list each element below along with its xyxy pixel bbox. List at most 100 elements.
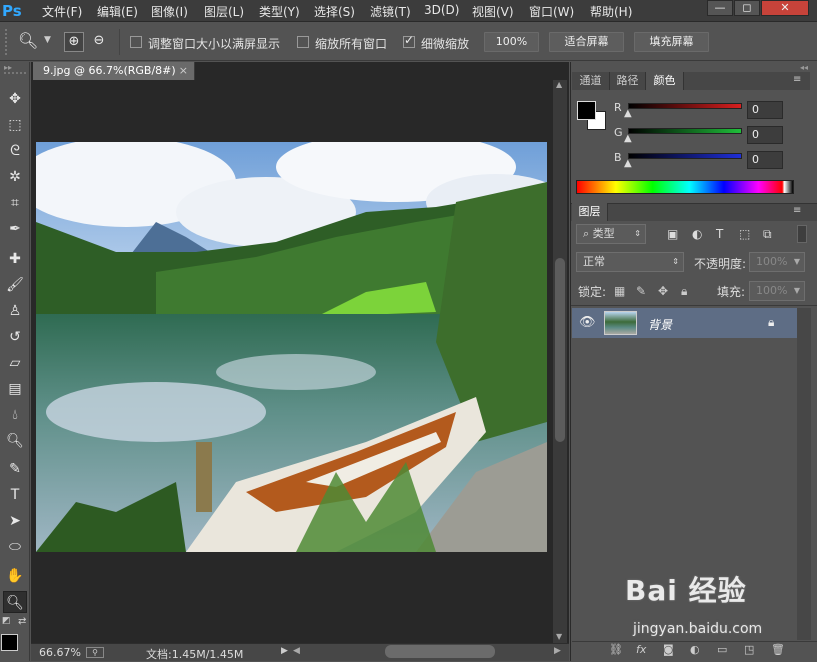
scroll-right-icon[interactable]: ▶ <box>554 646 561 656</box>
slider-pointer-icon[interactable]: ▲ <box>624 158 632 169</box>
tab-layers[interactable]: 图层 <box>572 203 608 221</box>
scroll-down-icon[interactable]: ▼ <box>556 632 562 641</box>
move-tool-icon[interactable]: ✥ <box>3 88 27 110</box>
menu-view[interactable]: 视图(V) <box>472 3 514 20</box>
slider-pointer-icon[interactable]: ▲ <box>624 108 632 119</box>
menu-image[interactable]: 图像(I) <box>151 3 188 20</box>
marquee-tool-icon[interactable]: ⬚ <box>3 114 27 136</box>
horizontal-scroll-thumb[interactable] <box>385 645 495 658</box>
layer-name[interactable]: 背景 <box>648 316 672 333</box>
pen-tool-icon[interactable]: ✎ <box>3 458 27 480</box>
menu-help[interactable]: 帮助(H) <box>590 3 632 20</box>
layer-thumbnail[interactable] <box>604 311 637 335</box>
zoom-in-icon[interactable]: ⊕ <box>64 32 84 52</box>
clone-stamp-tool-icon[interactable]: ♙ <box>3 300 27 322</box>
magic-wand-tool-icon[interactable]: ✲ <box>3 166 27 188</box>
resize-window-checkbox[interactable] <box>130 36 142 48</box>
swap-colors-icon[interactable]: ⇄ <box>18 616 26 627</box>
link-layers-icon[interactable]: ⛓ <box>609 643 623 656</box>
zoom-100-button[interactable]: 100% <box>484 32 539 52</box>
brush-tool-icon[interactable]: 🖌︎ <box>3 274 27 296</box>
dodge-tool-icon[interactable]: 🔍︎ <box>3 430 27 452</box>
opacity-field[interactable]: 100% ▼ <box>749 252 805 272</box>
panel-menu-icon[interactable]: ≡ <box>793 74 801 85</box>
layer-filter-select[interactable]: ⌕ 类型 ⇕ <box>576 224 646 244</box>
channel-b-slider[interactable] <box>628 153 742 159</box>
canvas-image[interactable] <box>36 142 547 552</box>
fit-screen-button[interactable]: 适合屏幕 <box>549 32 624 52</box>
zoom-out-icon[interactable]: ⊖ <box>89 32 109 52</box>
document-tab[interactable]: 9.jpg @ 66.7%(RGB/8#) × <box>33 62 195 80</box>
channel-r-value[interactable]: 0 <box>747 101 783 119</box>
zoom-tool-icon[interactable]: 🔍︎ <box>18 31 38 50</box>
menu-3d[interactable]: 3D(D) <box>424 3 459 17</box>
menu-filter[interactable]: 滤镜(T) <box>370 3 411 20</box>
tab-paths[interactable]: 路径 <box>610 72 646 90</box>
tab-color[interactable]: 颜色 <box>646 72 684 90</box>
filter-adjustment-icon[interactable]: ◐ <box>692 227 702 241</box>
grip-handle[interactable] <box>4 72 26 74</box>
close-button[interactable]: ✕ <box>761 0 809 16</box>
zoom-tool-icon[interactable]: 🔍︎ <box>3 591 27 613</box>
tab-channels[interactable]: 通道 <box>572 72 610 90</box>
blend-mode-select[interactable]: 正常 ⇕ <box>576 252 684 272</box>
filter-type-icon[interactable]: T <box>716 227 723 241</box>
menu-type[interactable]: 类型(Y) <box>259 3 300 20</box>
color-ramp[interactable] <box>576 180 794 194</box>
filter-shape-icon[interactable]: ⬚ <box>739 227 750 241</box>
slider-pointer-icon[interactable]: ▲ <box>624 133 632 144</box>
minimize-button[interactable]: — <box>707 0 733 16</box>
scroll-left-icon[interactable]: ◀ <box>293 646 300 656</box>
menu-select[interactable]: 选择(S) <box>314 3 355 20</box>
blur-tool-icon[interactable]: 💧︎ <box>3 404 27 426</box>
channel-g-value[interactable]: 0 <box>747 126 783 144</box>
fill-screen-button[interactable]: 填充屏幕 <box>634 32 709 52</box>
scroll-up-icon[interactable]: ▲ <box>556 80 562 89</box>
chevron-down-icon[interactable]: ▼ <box>44 35 51 45</box>
default-colors-icon[interactable]: ◩ <box>2 616 11 626</box>
menu-layer[interactable]: 图层(L) <box>204 3 244 20</box>
eyedropper-tool-icon[interactable]: ✒ <box>3 218 27 240</box>
zoom-all-windows-checkbox[interactable] <box>297 36 309 48</box>
channel-r-slider[interactable] <box>628 103 742 109</box>
channel-b-value[interactable]: 0 <box>747 151 783 169</box>
collapse-icon[interactable]: ▸▸ <box>4 63 12 72</box>
history-brush-tool-icon[interactable]: ↺ <box>3 326 27 348</box>
type-tool-icon[interactable]: T <box>3 484 27 506</box>
zoom-level[interactable]: 66.67% <box>39 646 81 659</box>
menu-edit[interactable]: 编辑(E) <box>97 3 138 20</box>
healing-brush-tool-icon[interactable]: ✚ <box>3 248 27 270</box>
lock-paint-icon[interactable]: ✎ <box>636 284 646 298</box>
filter-smart-object-icon[interactable]: ⧉ <box>763 227 772 242</box>
filter-pixel-icon[interactable]: ▣ <box>667 227 678 241</box>
scrubby-zoom-checkbox[interactable] <box>403 33 415 48</box>
fill-field[interactable]: 100% ▼ <box>749 281 805 301</box>
eraser-tool-icon[interactable]: ▱ <box>3 352 27 374</box>
lock-all-icon[interactable]: 🔒︎ <box>681 284 687 299</box>
collapse-panels-icon[interactable]: ◂◂ <box>800 63 808 72</box>
status-menu-arrow-icon[interactable]: ▶ <box>281 646 288 656</box>
ellipse-tool-icon[interactable]: ⬭ <box>3 536 27 558</box>
layers-panel-menu-icon[interactable]: ≡ <box>793 205 801 216</box>
eye-visibility-icon[interactable]: 👁︎ <box>579 315 596 330</box>
foreground-color-swatch[interactable] <box>1 634 18 651</box>
menu-window[interactable]: 窗口(W) <box>529 3 574 20</box>
foreground-color-swatch[interactable] <box>577 101 596 120</box>
restore-button[interactable]: ◻ <box>734 0 760 16</box>
grip-handle[interactable] <box>5 29 11 55</box>
lock-move-icon[interactable]: ✥ <box>658 284 668 298</box>
landscape-photo <box>36 142 547 552</box>
lock-transparent-icon[interactable]: ▦ <box>614 284 625 298</box>
layers-scrollbar[interactable] <box>797 308 811 640</box>
gradient-tool-icon[interactable]: ▤ <box>3 378 27 400</box>
filter-toggle-switch[interactable] <box>797 225 807 243</box>
status-options-icon[interactable]: ⚲ <box>86 647 104 658</box>
menu-file[interactable]: 文件(F) <box>42 3 82 20</box>
crop-tool-icon[interactable]: ⌗ <box>3 192 27 214</box>
close-tab-icon[interactable]: × <box>179 62 188 80</box>
vertical-scroll-thumb[interactable] <box>555 258 565 442</box>
path-selection-tool-icon[interactable]: ➤ <box>3 510 27 532</box>
lasso-tool-icon[interactable]: ᘓ <box>3 140 27 162</box>
hand-tool-icon[interactable]: ✋ <box>3 565 27 587</box>
channel-g-slider[interactable] <box>628 128 742 134</box>
